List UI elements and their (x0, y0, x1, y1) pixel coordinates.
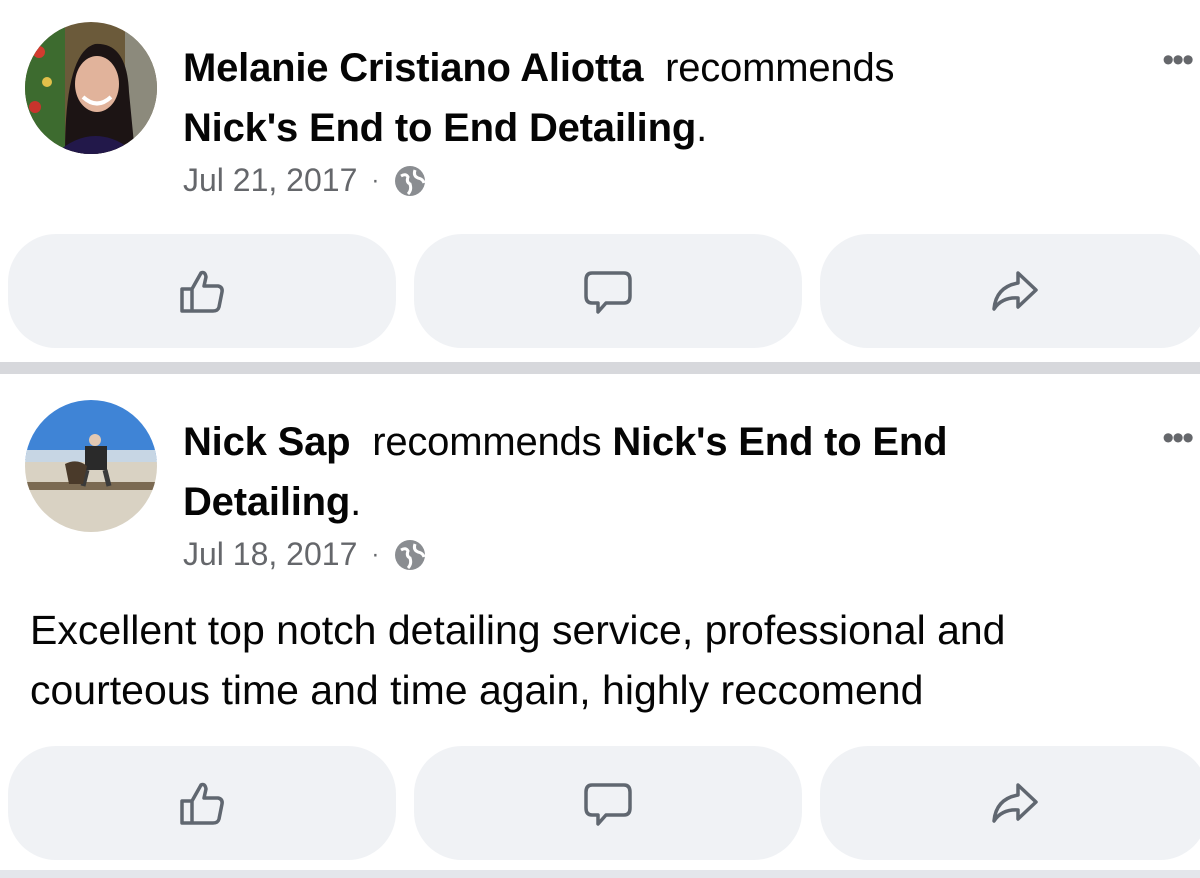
share-icon (992, 271, 1038, 311)
action-verb: recommends (372, 420, 602, 464)
author-name[interactable]: Nick Sap (183, 420, 351, 464)
period: . (696, 106, 707, 150)
post-text: Excellent top notch detailing service, p… (30, 607, 1006, 713)
post-meta: Jul 21, 2017 · (183, 162, 427, 199)
like-button[interactable] (8, 746, 396, 860)
action-bar (8, 234, 1200, 348)
post-headline: Melanie Cristiano Aliotta recommends Nic… (183, 38, 1063, 158)
post-date[interactable]: Jul 21, 2017 (183, 162, 357, 199)
recommendation-post: Melanie Cristiano Aliotta recommends Nic… (0, 0, 1200, 362)
comment-icon (584, 271, 632, 314)
post-headline: Nick Sap recommends Nick's End to End De… (183, 412, 1063, 532)
post-divider (0, 362, 1200, 374)
avatar[interactable] (25, 400, 157, 532)
page-name[interactable]: Nick's End to End Detailing (183, 106, 696, 150)
globe-icon (393, 164, 427, 198)
share-button[interactable] (820, 234, 1200, 348)
bottom-divider (0, 870, 1200, 878)
separator: · (371, 166, 380, 194)
period: . (350, 480, 362, 524)
share-button[interactable] (820, 746, 1200, 860)
share-icon (992, 783, 1038, 823)
like-icon (180, 782, 224, 825)
like-button[interactable] (8, 234, 396, 348)
comment-icon (584, 783, 632, 826)
post-meta: Jul 18, 2017 · (183, 536, 427, 573)
action-verb: recommends (665, 46, 895, 90)
action-bar (8, 746, 1200, 860)
post-date[interactable]: Jul 18, 2017 (183, 536, 357, 573)
like-icon (180, 270, 224, 313)
more-options-icon[interactable]: ••• (1162, 43, 1194, 77)
globe-icon (393, 538, 427, 572)
author-name[interactable]: Melanie Cristiano Aliotta (183, 46, 643, 90)
comment-button[interactable] (414, 234, 802, 348)
comment-button[interactable] (414, 746, 802, 860)
separator: · (371, 540, 380, 568)
more-options-icon[interactable]: ••• (1162, 421, 1194, 455)
avatar[interactable] (25, 22, 157, 154)
